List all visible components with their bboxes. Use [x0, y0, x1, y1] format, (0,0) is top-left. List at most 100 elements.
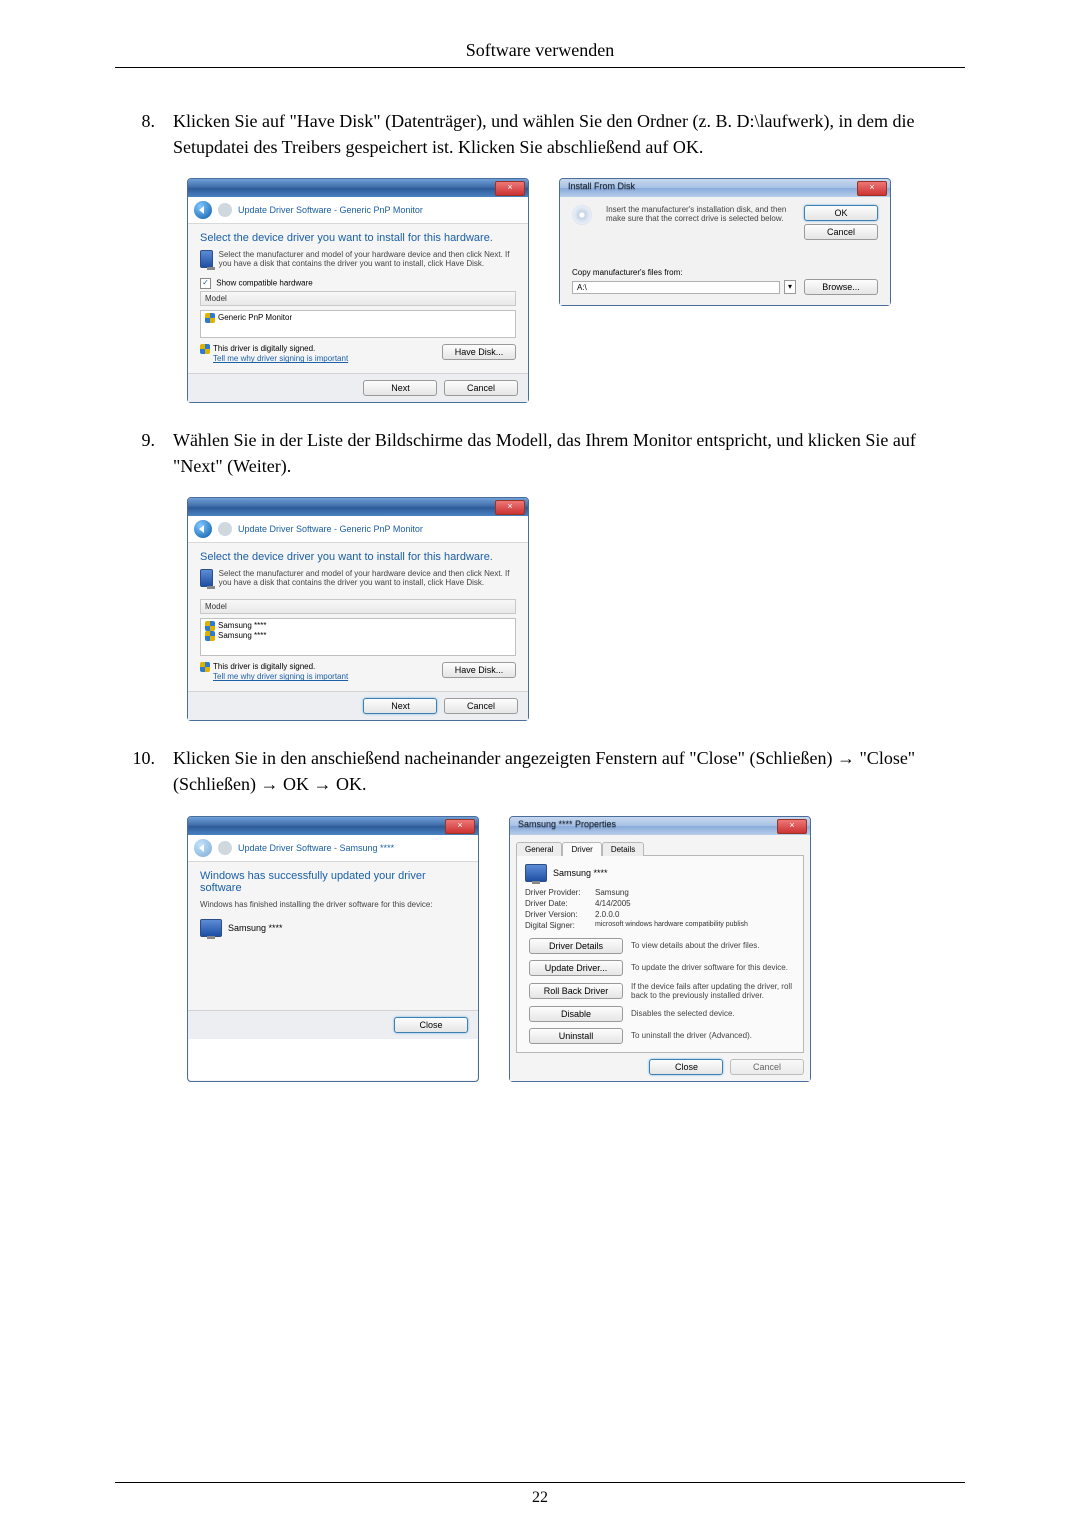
close-icon[interactable]: ×: [857, 181, 887, 196]
dialog-update-success: × Update Driver Software - Samsung **** …: [187, 816, 479, 1082]
close-button[interactable]: Close: [394, 1017, 468, 1033]
step-10-text: Klicken Sie in den anschießend nacheinan…: [173, 745, 965, 797]
shield-icon: [205, 313, 215, 323]
rollback-driver-desc: If the device fails after updating the d…: [631, 982, 795, 1000]
version-key: Driver Version:: [525, 910, 595, 919]
monitor-icon: [525, 864, 547, 882]
close-icon[interactable]: ×: [777, 819, 807, 834]
signed-label: This driver is digitally signed.: [213, 344, 315, 353]
have-disk-button[interactable]: Have Disk...: [442, 344, 516, 360]
disable-button[interactable]: Disable: [529, 1006, 623, 1022]
dialog-subtext: Select the manufacturer and model of you…: [219, 250, 516, 268]
model-list[interactable]: Generic PnP Monitor: [200, 310, 516, 338]
close-icon[interactable]: ×: [495, 181, 525, 196]
shield-icon: [205, 631, 215, 641]
tab-details[interactable]: Details: [602, 842, 644, 856]
shield-icon: [205, 621, 215, 631]
dialog-title: Samsung **** Properties: [518, 819, 616, 829]
dialog-title: Install From Disk: [568, 181, 635, 191]
signer-key: Digital Signer:: [525, 921, 595, 930]
back-icon: [194, 839, 212, 857]
step-9-number: 9.: [115, 427, 173, 479]
back-icon[interactable]: [194, 520, 212, 538]
monitor-icon: [200, 919, 222, 937]
dialog-heading: Windows has successfully updated your dr…: [200, 870, 466, 894]
signer-value: microsoft windows hardware compatibility…: [595, 921, 748, 930]
provider-value: Samsung: [595, 888, 629, 897]
device-name: Samsung ****: [228, 923, 283, 933]
install-message: Insert the manufacturer's installation d…: [606, 205, 792, 240]
show-compatible-checkbox[interactable]: [200, 278, 211, 289]
step-9-text: Wählen Sie in der Liste der Bildschirme …: [173, 427, 965, 479]
device-name: Samsung ****: [553, 868, 608, 878]
monitor-icon: [200, 250, 213, 268]
dialog-heading: Select the device driver you want to ins…: [200, 232, 516, 244]
page-number: 22: [115, 1482, 965, 1507]
model-column-header: Model: [200, 291, 516, 306]
ok-button[interactable]: OK: [804, 205, 878, 221]
tab-general[interactable]: General: [516, 842, 562, 856]
uninstall-button[interactable]: Uninstall: [529, 1028, 623, 1044]
copy-from-label: Copy manufacturer's files from:: [572, 268, 878, 277]
step-8: 8. Klicken Sie auf "Have Disk" (Datenträ…: [115, 108, 965, 160]
close-icon[interactable]: ×: [495, 500, 525, 515]
next-button[interactable]: Next: [363, 380, 437, 396]
uninstall-desc: To uninstall the driver (Advanced).: [631, 1031, 752, 1040]
disable-desc: Disables the selected device.: [631, 1009, 735, 1018]
path-dropdown-icon[interactable]: ▾: [784, 280, 796, 294]
model-row[interactable]: Samsung ****: [218, 631, 266, 640]
step-9: 9. Wählen Sie in der Liste der Bildschir…: [115, 427, 965, 479]
signing-info-link[interactable]: Tell me why driver signing is important: [213, 672, 438, 681]
shield-icon: [200, 662, 210, 672]
close-button[interactable]: Close: [649, 1059, 723, 1075]
signing-info-link[interactable]: Tell me why driver signing is important: [213, 354, 438, 363]
breadcrumb: Update Driver Software - Generic PnP Mon…: [238, 205, 423, 215]
browse-button[interactable]: Browse...: [804, 279, 878, 295]
dialog-device-properties: Samsung **** Properties × General Driver…: [509, 816, 811, 1082]
dialog-install-from-disk: Install From Disk × Insert the manufactu…: [559, 178, 891, 306]
version-value: 2.0.0.0: [595, 910, 619, 919]
signed-label: This driver is digitally signed.: [213, 662, 315, 671]
update-driver-button[interactable]: Update Driver...: [529, 960, 623, 976]
dialog-subtext: Windows has finished installing the driv…: [200, 900, 466, 909]
disc-icon: [572, 205, 592, 225]
cancel-button[interactable]: Cancel: [804, 224, 878, 240]
date-value: 4/14/2005: [595, 899, 631, 908]
dialog-heading: Select the device driver you want to ins…: [200, 551, 516, 563]
model-column-header: Model: [200, 599, 516, 614]
shield-icon: [200, 344, 210, 354]
model-row[interactable]: Generic PnP Monitor: [218, 313, 292, 322]
tab-driver[interactable]: Driver: [562, 842, 601, 856]
monitor-icon: [200, 569, 213, 587]
cancel-button[interactable]: Cancel: [444, 380, 518, 396]
step-8-number: 8.: [115, 108, 173, 160]
show-compatible-label: Show compatible hardware: [216, 279, 313, 288]
cancel-button: Cancel: [730, 1059, 804, 1075]
update-driver-desc: To update the driver software for this d…: [631, 963, 788, 972]
dialog-select-driver-2: × Update Driver Software - Generic PnP M…: [187, 497, 529, 721]
close-icon[interactable]: ×: [445, 819, 475, 834]
forward-icon: [218, 203, 232, 217]
forward-icon: [218, 522, 232, 536]
model-list[interactable]: Samsung **** Samsung ****: [200, 618, 516, 656]
have-disk-button[interactable]: Have Disk...: [442, 662, 516, 678]
model-row[interactable]: Samsung ****: [218, 621, 266, 630]
rollback-driver-button[interactable]: Roll Back Driver: [529, 983, 623, 999]
path-input[interactable]: A:\: [572, 281, 780, 294]
date-key: Driver Date:: [525, 899, 595, 908]
forward-icon: [218, 841, 232, 855]
provider-key: Driver Provider:: [525, 888, 595, 897]
step-10: 10. Klicken Sie in den anschießend nache…: [115, 745, 965, 797]
driver-details-button[interactable]: Driver Details: [529, 938, 623, 954]
step-10-number: 10.: [115, 745, 173, 797]
dialog-subtext: Select the manufacturer and model of you…: [219, 569, 516, 587]
back-icon[interactable]: [194, 201, 212, 219]
next-button[interactable]: Next: [363, 698, 437, 714]
dialog-select-driver-1: × Update Driver Software - Generic PnP M…: [187, 178, 529, 403]
driver-details-desc: To view details about the driver files.: [631, 941, 760, 950]
step-8-text: Klicken Sie auf "Have Disk" (Datenträger…: [173, 108, 965, 160]
breadcrumb: Update Driver Software - Samsung ****: [238, 843, 394, 853]
page-header: Software verwenden: [115, 40, 965, 68]
breadcrumb: Update Driver Software - Generic PnP Mon…: [238, 524, 423, 534]
cancel-button[interactable]: Cancel: [444, 698, 518, 714]
